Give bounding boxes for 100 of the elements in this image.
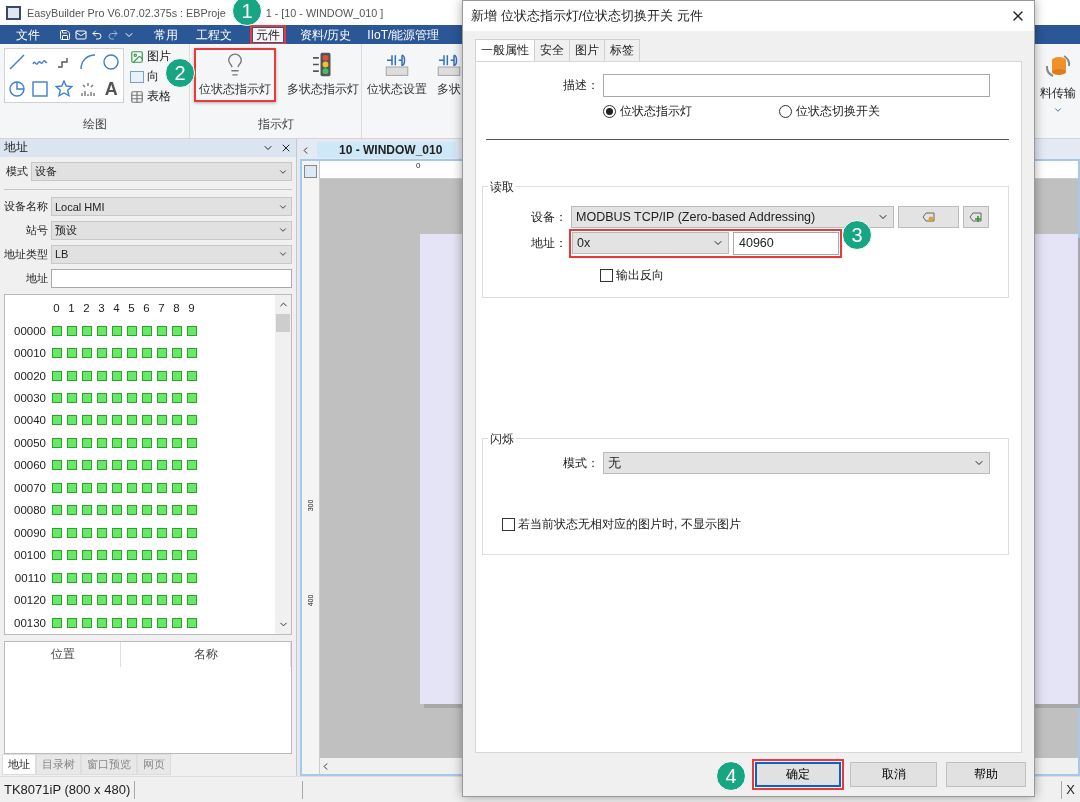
bit-indicator (126, 505, 137, 516)
row-address: 00080 (13, 504, 47, 517)
bit-indicator (156, 460, 167, 471)
group-title: 闪烁 (488, 431, 516, 448)
row-address: 00030 (13, 392, 47, 404)
bit-indicator (96, 437, 107, 448)
checkbox[interactable]: 若当前状态无相对应的图片时, 不显示图片 (502, 515, 741, 533)
pie-icon[interactable] (7, 79, 26, 98)
scrollbar-thumb[interactable] (276, 313, 290, 332)
bit-indicator (81, 348, 92, 359)
app-icon (6, 5, 21, 20)
bit-indicator (171, 393, 182, 403)
group-label: 指示灯 (257, 116, 294, 133)
bit-indicator (81, 505, 92, 516)
column-header: 0 (52, 302, 61, 315)
bit-indicator (51, 393, 62, 403)
bit-indicator (81, 460, 92, 471)
bit-indicator (156, 370, 167, 381)
bit-indicator (156, 393, 167, 403)
ribbon-button[interactable]: 位状态设置 (364, 48, 430, 102)
document-tab[interactable]: 10 - WINDOW_010 (317, 142, 457, 158)
menu-tab[interactable]: 工程文 (193, 27, 235, 42)
bit-indicator (126, 370, 137, 381)
bit-indicator (126, 550, 137, 561)
bit-indicator (66, 325, 77, 336)
bit-indicator (66, 572, 77, 583)
address-type-select[interactable]: 0x (572, 231, 729, 254)
panel-title: 地址 (4, 139, 29, 157)
bit-indicator (111, 460, 122, 471)
bit-indicator (81, 393, 92, 403)
tab[interactable]: 标签 (604, 39, 640, 61)
bit-indicator (96, 325, 107, 336)
ribbon-button[interactable]: 多状 (431, 48, 467, 102)
bit-indicator (96, 505, 107, 516)
mode-select[interactable]: 无 (603, 452, 990, 474)
table-button[interactable]: 表格 (130, 88, 171, 105)
bit-indicator (141, 460, 152, 471)
panel-tab[interactable]: 地址 (2, 754, 36, 775)
ribbon-button[interactable]: 位状态指示灯 (194, 48, 276, 102)
menu-tab[interactable]: IIoT/能源管理 (364, 27, 443, 42)
vector-icon (130, 70, 144, 83)
field-label: 设备名称 (4, 199, 48, 215)
undo-icon[interactable] (91, 28, 103, 41)
bit-indicator (186, 415, 197, 426)
bit-indicator (66, 348, 77, 359)
tab[interactable]: 一般属性 (475, 39, 535, 62)
bit-indicator (156, 505, 167, 516)
bit-indicator (111, 415, 122, 426)
mode-select[interactable]: 设备 (31, 162, 292, 182)
bit-indicator (111, 348, 122, 359)
select-field[interactable]: 预设 (51, 220, 292, 240)
rectangle-icon[interactable] (31, 79, 50, 98)
ok-button[interactable]: 确定 (755, 762, 841, 787)
select-field[interactable]: LB (51, 244, 292, 264)
help-button[interactable]: 帮助 (946, 762, 1026, 787)
text-tool[interactable]: A (104, 79, 118, 98)
address-field[interactable]: 40960 (733, 231, 839, 255)
description-field[interactable] (603, 73, 990, 97)
input-field[interactable] (51, 268, 292, 288)
column-header: 4 (112, 302, 121, 315)
image-icon (130, 49, 144, 64)
row-address: 00100 (13, 549, 47, 562)
bit-indicator (51, 505, 62, 516)
menu-tab[interactable]: 常用 (151, 27, 181, 42)
radio-button[interactable]: 位状态切换开关 (779, 102, 951, 120)
arc-icon[interactable] (78, 53, 97, 72)
redo-icon[interactable] (107, 28, 119, 41)
radio-button[interactable]: 位状态指示灯 (603, 102, 775, 120)
select-field[interactable]: Local HMI (51, 197, 292, 217)
star-icon[interactable] (55, 79, 73, 98)
bit-indicator (171, 527, 182, 538)
row-address: 00040 (13, 414, 47, 427)
vector-button[interactable]: 向 (130, 68, 159, 85)
menu-tab[interactable]: 文件 (13, 27, 43, 42)
bit-indicator (171, 415, 182, 426)
menu-tab[interactable]: 资料/历史 (297, 27, 355, 42)
bit-indicator (171, 550, 182, 561)
device-select[interactable]: MODBUS TCP/IP (Zero-based Addressing) (571, 206, 894, 228)
bit-indicator (156, 415, 167, 426)
checkbox[interactable]: 输出反向 (600, 266, 664, 284)
field-label: 模式： (562, 454, 599, 472)
field-label: 描述： (562, 76, 599, 94)
bit-indicator (186, 370, 197, 381)
dialog-title: 新增 位状态指示灯/位状态切换开关 元件 (471, 7, 703, 25)
circle-icon[interactable] (102, 53, 121, 72)
save-icon[interactable] (59, 28, 71, 41)
ribbon-button[interactable]: 多状态指示灯 (282, 48, 364, 102)
bit-indicator (171, 595, 182, 606)
bit-indicator (111, 505, 122, 516)
add-button[interactable] (963, 206, 989, 228)
menu-tab[interactable]: 元件 (253, 27, 283, 42)
row-address: 00110 (13, 571, 47, 584)
settings-button[interactable] (898, 206, 959, 228)
bit-indicator (81, 437, 92, 448)
data-transfer-button[interactable]: 料传输 (1036, 44, 1080, 138)
bit-indicator (141, 617, 152, 628)
line-icon[interactable] (7, 53, 26, 72)
bit-indicator (66, 527, 77, 538)
cancel-button[interactable]: 取消 (850, 762, 937, 787)
ruler-label: 0 (416, 161, 421, 170)
